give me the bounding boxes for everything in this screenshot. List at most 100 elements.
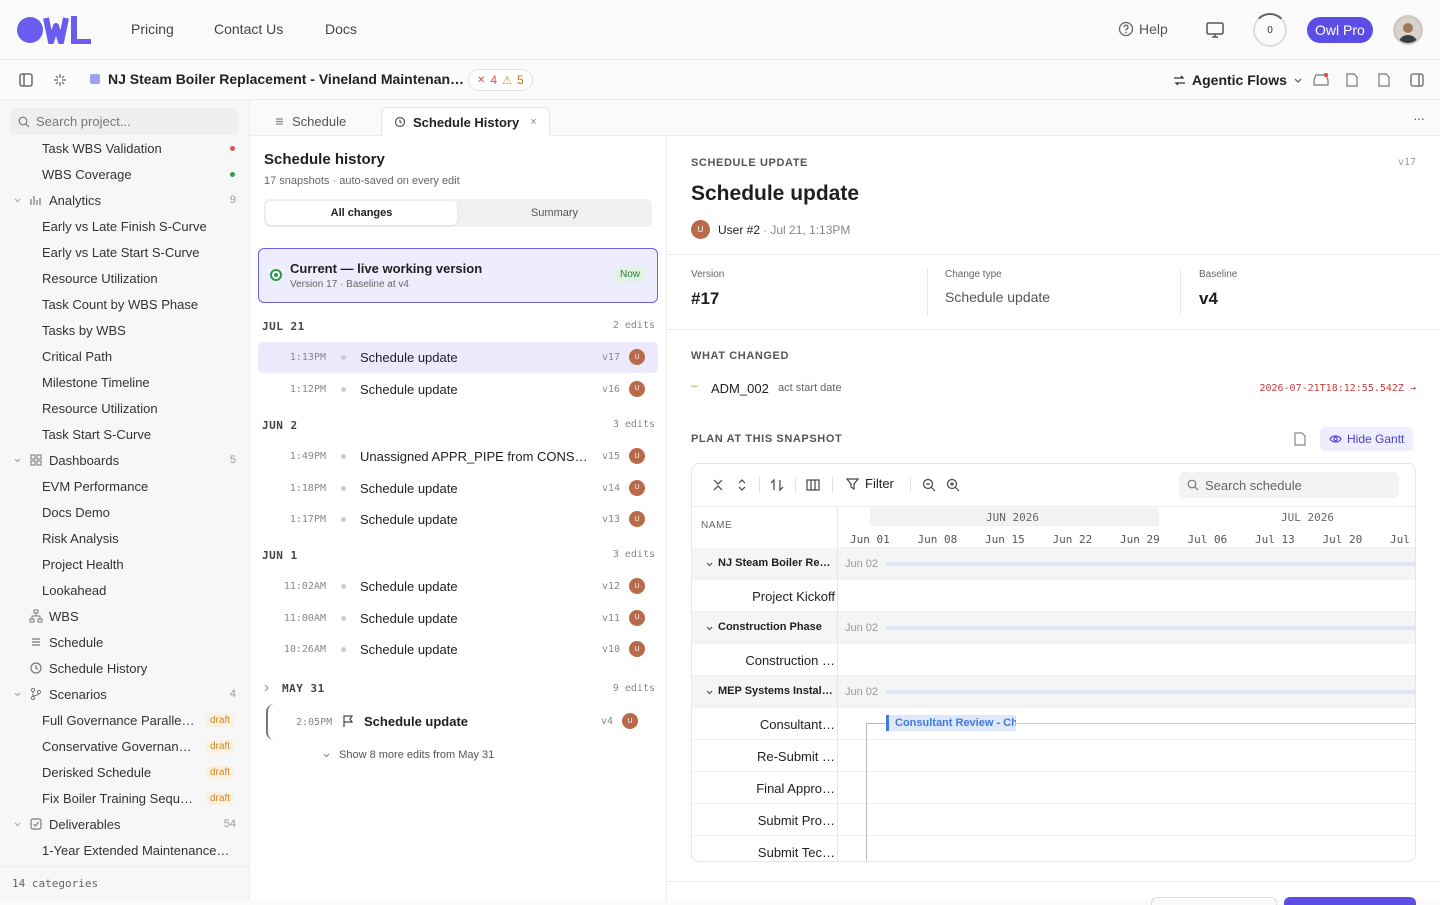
sidebar-item[interactable]: 1-Year Extended Maintenance … — [0, 837, 250, 863]
filter-button[interactable]: Filter — [846, 476, 894, 491]
sidebar-item[interactable]: Early vs Late Start S-Curve — [0, 239, 250, 265]
project-selector[interactable]: NJ Steam Boiler Replacement - Vineland M… — [90, 71, 482, 87]
nav-docs[interactable]: Docs — [325, 21, 357, 37]
issues-badge[interactable]: ✕ 4 ⚠ 5 — [468, 69, 533, 91]
gantt-task-bar[interactable]: Consultant Review - Chi — [886, 715, 1016, 731]
sidebar-item[interactable]: Deliverables 54 — [0, 811, 250, 837]
sidebar-item[interactable]: WBS Coverage — [0, 161, 250, 187]
sidebar-item[interactable]: Derisked Schedule draft — [0, 759, 250, 785]
history-row[interactable]: 1:49PM Unassigned APPR_PIPE from CONSTOO…… — [258, 441, 658, 472]
sidebar-item[interactable]: Schedule History — [0, 655, 250, 681]
sort-icon[interactable] — [770, 478, 784, 492]
chevron-down-icon[interactable] — [705, 560, 714, 569]
progress-ring[interactable]: 0 — [1253, 13, 1287, 47]
chevron-down-icon[interactable] — [13, 690, 22, 699]
secondary-button[interactable] — [1151, 897, 1277, 905]
sidebar-item[interactable]: Critical Path — [0, 343, 250, 369]
inbox-icon[interactable] — [1313, 73, 1329, 87]
expand-icon[interactable] — [737, 478, 747, 492]
sidebar-item[interactable]: Milestone Timeline — [0, 369, 250, 395]
sidebar-item[interactable]: Fix Boiler Training Sequ… draft — [0, 785, 250, 811]
sidebar-toggle-icon[interactable] — [19, 73, 33, 87]
show-more-button[interactable]: Show 8 more edits from May 31 — [322, 749, 494, 761]
chevron-down-icon[interactable] — [705, 688, 714, 697]
nav-contact[interactable]: Contact Us — [214, 21, 283, 37]
current-version-card[interactable]: Current — live working version Version 1… — [258, 248, 658, 303]
sidebar-item[interactable]: Dashboards 5 — [0, 447, 250, 473]
seg-all-changes[interactable]: All changes — [266, 201, 457, 225]
gantt-row[interactable]: Project Kickoff — [692, 580, 1415, 612]
gantt-row[interactable]: Construction Phase Jun 02 — [692, 612, 1415, 644]
sidebar-item[interactable]: Conservative Governanc… draft — [0, 733, 250, 759]
sidebar-item[interactable]: Schedule — [0, 629, 250, 655]
collapse-icon[interactable] — [712, 478, 724, 492]
seg-summary[interactable]: Summary — [459, 201, 650, 225]
gantt-row[interactable]: Final Appro… — [692, 772, 1415, 804]
gantt-row[interactable]: Submit Tec… — [692, 836, 1415, 861]
history-row[interactable]: 1:18PM Schedule update v14 U — [258, 473, 658, 504]
sidebar-item[interactable]: EVM Performance — [0, 473, 250, 499]
panel-right-icon[interactable] — [1410, 73, 1424, 87]
gantt-row[interactable]: Consultant… — [692, 708, 1415, 740]
columns-icon[interactable] — [806, 478, 820, 492]
sidebar-search[interactable]: Search project... — [10, 108, 239, 135]
owl-pro-button[interactable]: Owl Pro — [1307, 17, 1373, 43]
file-icon[interactable] — [1294, 432, 1306, 446]
sidebar-item[interactable]: Task Start S-Curve — [0, 421, 250, 447]
sidebar-item[interactable]: Task WBS Validation — [0, 135, 250, 161]
date-group-header: JUL 21 2 edits — [250, 320, 667, 336]
gantt-search-input[interactable]: Search schedule — [1179, 472, 1399, 498]
nav-pricing[interactable]: Pricing — [131, 21, 174, 37]
sidebar-item[interactable]: Full Governance Parallel… draft — [0, 707, 250, 733]
sidebar-item[interactable]: Scenarios 4 — [0, 681, 250, 707]
sidebar-item[interactable]: WBS — [0, 603, 250, 629]
close-icon[interactable]: × — [530, 116, 536, 128]
sidebar-item-label: Resource Utilization — [42, 270, 158, 286]
milestone-row[interactable]: 2:05PM Schedule update v4 U — [266, 704, 656, 740]
gantt-row[interactable]: Construction … — [692, 644, 1415, 676]
chevron-down-icon[interactable] — [13, 820, 22, 829]
history-row[interactable]: 10:26AM Schedule update v10 U — [258, 634, 658, 665]
sidebar-item[interactable]: Resource Utilization — [0, 265, 250, 291]
gantt-row[interactable]: MEP Systems Installa… Jun 02 — [692, 676, 1415, 708]
date-group-may31[interactable]: MAY 31 9 edits — [250, 681, 667, 701]
history-row[interactable]: 1:12PM Schedule update v16 U — [258, 374, 658, 405]
sparkle-icon[interactable] — [53, 73, 67, 87]
zoom-in-icon[interactable] — [946, 478, 960, 492]
sidebar-item[interactable]: Docs Demo — [0, 499, 250, 525]
file-export-icon[interactable] — [1346, 73, 1358, 87]
sidebar-item[interactable]: Task Count by WBS Phase — [0, 291, 250, 317]
sidebar-item[interactable]: Risk Analysis — [0, 525, 250, 551]
chevron-down-icon[interactable] — [13, 456, 22, 465]
history-row[interactable]: 11:00AM Schedule update v11 U — [258, 603, 658, 634]
history-row[interactable]: 11:02AM Schedule update v12 U — [258, 571, 658, 602]
sidebar-item[interactable]: Project Health — [0, 551, 250, 577]
chevron-down-icon[interactable] — [705, 624, 714, 633]
gantt-row[interactable]: NJ Steam Boiler Repl… Jun 02 — [692, 548, 1415, 580]
gantt-row[interactable]: Re-Submit … — [692, 740, 1415, 772]
sidebar-item[interactable]: Tasks by WBS — [0, 317, 250, 343]
tab-schedule-history[interactable]: Schedule History × — [381, 107, 550, 136]
sidebar-item[interactable]: Early vs Late Finish S-Curve — [0, 213, 250, 239]
primary-button[interactable] — [1284, 897, 1416, 905]
hide-gantt-button[interactable]: Hide Gantt — [1320, 427, 1414, 451]
monitor-icon[interactable] — [1205, 20, 1225, 40]
sidebar-item[interactable]: Resource Utilization — [0, 395, 250, 421]
user-avatar[interactable] — [1393, 15, 1423, 45]
zoom-out-icon[interactable] — [922, 478, 936, 492]
owl-logo[interactable] — [16, 16, 92, 44]
gantt-row[interactable]: Submit Pro… — [692, 804, 1415, 836]
agentic-flows-dropdown[interactable]: Agentic Flows — [1173, 72, 1303, 88]
more-options-icon[interactable]: ··· — [1413, 110, 1425, 126]
history-row[interactable]: 1:17PM Schedule update v13 U — [258, 504, 658, 535]
divider — [832, 477, 833, 493]
help-button[interactable]: Help — [1118, 21, 1168, 37]
sidebar-item[interactable]: Analytics 9 — [0, 187, 250, 213]
history-row[interactable]: 1:13PM Schedule update v17 U — [258, 342, 658, 373]
dependency-line — [866, 723, 886, 724]
tab-schedule[interactable]: Schedule — [262, 107, 358, 136]
file-icon[interactable] — [1378, 73, 1390, 87]
row-version: v13 — [601, 514, 620, 525]
chevron-down-icon[interactable] — [13, 196, 22, 205]
sidebar-item[interactable]: Lookahead — [0, 577, 250, 603]
